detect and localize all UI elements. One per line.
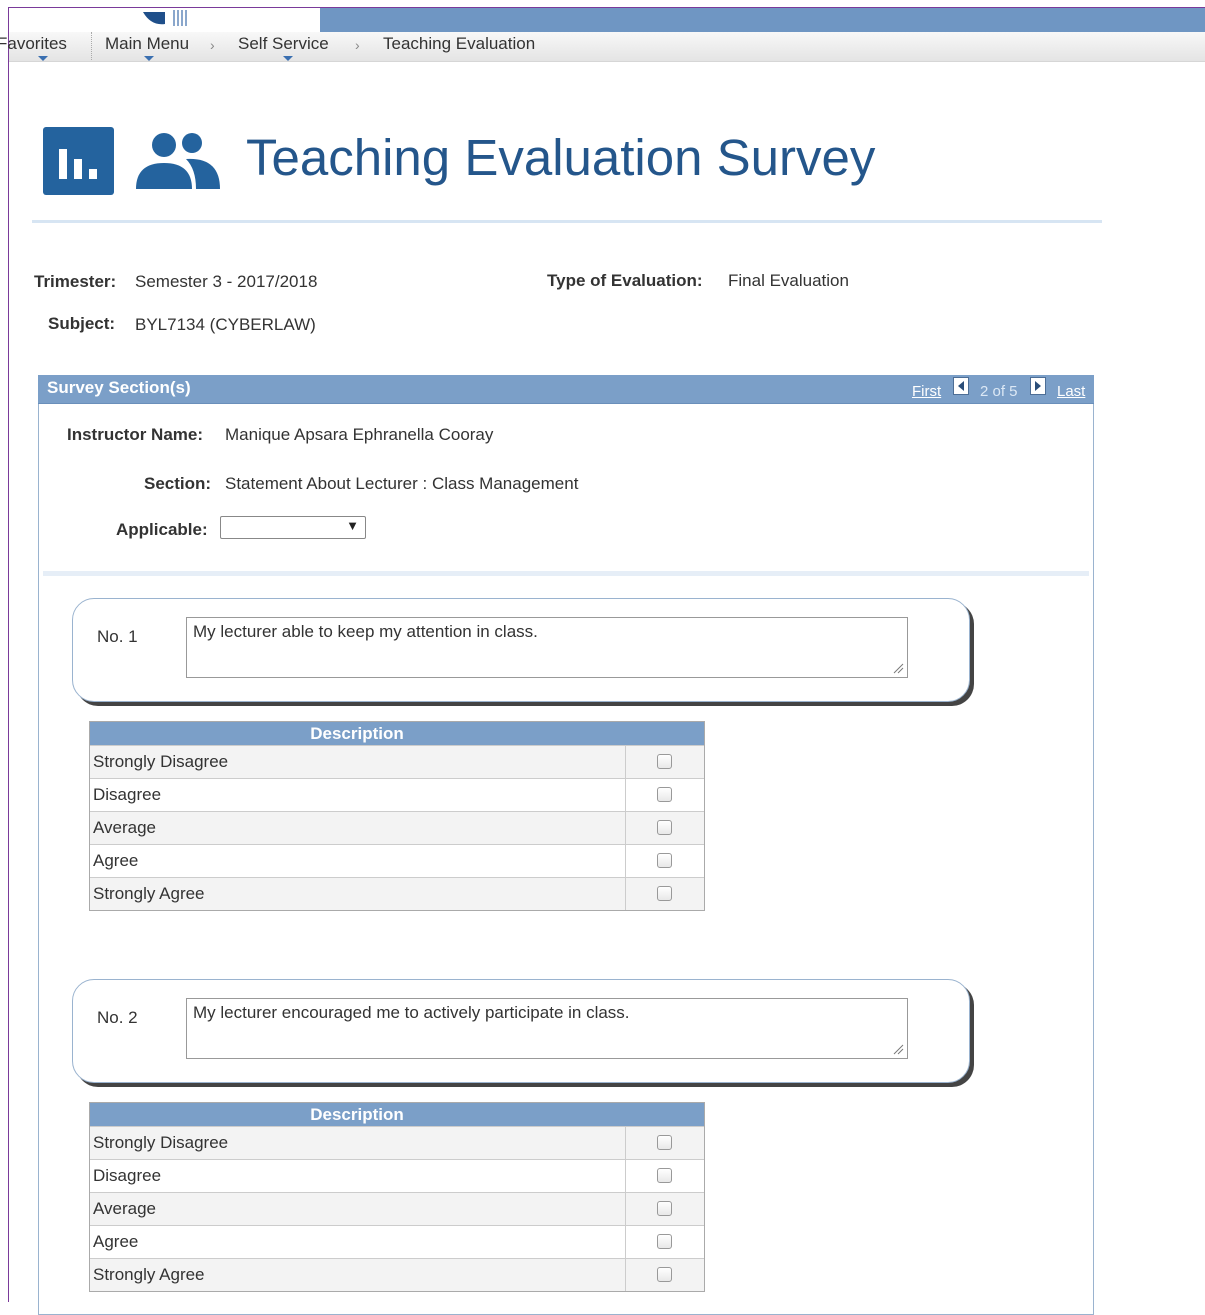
option-checkbox[interactable] xyxy=(657,1234,672,1249)
option-checkbox[interactable] xyxy=(657,1168,672,1183)
option-checkbox[interactable] xyxy=(657,853,672,868)
question-card: No. 1 My lecturer able to keep my attent… xyxy=(72,598,970,702)
option-label: Disagree xyxy=(90,779,626,811)
title-divider xyxy=(32,220,1102,223)
option-checkbox[interactable] xyxy=(657,1267,672,1282)
section-divider xyxy=(43,571,1089,576)
panel-title: Survey Section(s) xyxy=(47,378,191,397)
chevron-right-icon: › xyxy=(210,37,215,53)
next-arrow-icon[interactable] xyxy=(1030,377,1046,395)
nav-main-menu[interactable]: Main Menu xyxy=(105,34,189,54)
option-label: Average xyxy=(90,1193,626,1225)
option-checkbox[interactable] xyxy=(657,820,672,835)
people-icon xyxy=(136,133,220,189)
answer-grid: Description Strongly Disagree Disagree A… xyxy=(89,721,705,911)
section-label: Section: xyxy=(144,474,212,493)
logo-area xyxy=(9,8,320,32)
eval-type-value: Final Evaluation xyxy=(728,271,849,290)
subject-value: BYL7134 (CYBERLAW) xyxy=(135,315,316,334)
question-number: No. 1 xyxy=(97,627,138,646)
question-text: My lecturer encouraged me to actively pa… xyxy=(193,1003,630,1022)
applicable-select[interactable]: ▼ xyxy=(220,516,366,539)
eval-type-label: Type of Evaluation: xyxy=(547,271,703,290)
table-row: Average xyxy=(90,811,704,844)
grid-header: Description xyxy=(90,722,704,745)
question-card: No. 2 My lecturer encouraged me to activ… xyxy=(72,979,970,1083)
nav-self-service[interactable]: Self Service xyxy=(238,34,329,54)
trimester-value: Semester 3 - 2017/2018 xyxy=(135,272,318,291)
prev-arrow-icon[interactable] xyxy=(953,377,969,395)
table-row: Strongly Agree xyxy=(90,1258,704,1291)
subject-label: Subject: xyxy=(48,314,116,333)
option-label: Average xyxy=(90,812,626,844)
option-checkbox[interactable] xyxy=(657,787,672,802)
table-row: Agree xyxy=(90,844,704,877)
applicable-label: Applicable: xyxy=(116,520,208,539)
chevron-down-icon[interactable] xyxy=(144,56,154,61)
instructor-value: Manique Apsara Ephranella Cooray xyxy=(225,425,494,444)
question-number: No. 2 xyxy=(97,1008,138,1027)
bar-chart-icon xyxy=(43,127,114,195)
grid-body: Strongly Disagree Disagree Average Agree… xyxy=(90,745,704,910)
grid-header: Description xyxy=(90,1103,704,1126)
pager-first-link[interactable]: First xyxy=(912,383,941,400)
dropdown-arrow-icon: ▼ xyxy=(346,518,359,533)
option-label: Agree xyxy=(90,1226,626,1258)
option-checkbox[interactable] xyxy=(657,754,672,769)
option-label: Agree xyxy=(90,845,626,877)
table-row: Disagree xyxy=(90,1159,704,1192)
grid-body: Strongly Disagree Disagree Average Agree… xyxy=(90,1126,704,1291)
table-row: Strongly Disagree xyxy=(90,1126,704,1159)
resize-grip-icon[interactable] xyxy=(892,662,904,674)
breadcrumb-bar: Favorites Main Menu › Self Service › Tea… xyxy=(0,32,1205,62)
nav-divider xyxy=(91,32,93,60)
pager-status: 2 of 5 xyxy=(980,383,1018,400)
question-text-field[interactable]: My lecturer able to keep my attention in… xyxy=(186,617,908,678)
question-text-field[interactable]: My lecturer encouraged me to actively pa… xyxy=(186,998,908,1059)
resize-grip-icon[interactable] xyxy=(892,1043,904,1055)
answer-grid: Description Strongly Disagree Disagree A… xyxy=(89,1102,705,1292)
chevron-down-icon[interactable] xyxy=(283,56,293,61)
option-label: Disagree xyxy=(90,1160,626,1192)
university-logo-icon xyxy=(143,12,165,25)
option-label: Strongly Agree xyxy=(90,1259,626,1291)
chevron-down-icon[interactable] xyxy=(38,56,48,61)
option-label: Strongly Disagree xyxy=(90,746,626,778)
instructor-label: Instructor Name: xyxy=(67,425,204,444)
option-checkbox[interactable] xyxy=(657,1135,672,1150)
nav-teaching-evaluation[interactable]: Teaching Evaluation xyxy=(383,34,535,54)
nav-favorites[interactable]: Favorites xyxy=(0,34,67,54)
page-title: Teaching Evaluation Survey xyxy=(246,129,876,186)
table-row: Strongly Disagree xyxy=(90,745,704,778)
trimester-label: Trimester: xyxy=(34,272,117,291)
question-text: My lecturer able to keep my attention in… xyxy=(193,622,538,641)
option-checkbox[interactable] xyxy=(657,886,672,901)
table-row: Disagree xyxy=(90,778,704,811)
option-label: Strongly Agree xyxy=(90,878,626,910)
table-row: Strongly Agree xyxy=(90,877,704,910)
table-row: Agree xyxy=(90,1225,704,1258)
table-row: Average xyxy=(90,1192,704,1225)
option-label: Strongly Disagree xyxy=(90,1127,626,1159)
option-checkbox[interactable] xyxy=(657,1201,672,1216)
section-value: Statement About Lecturer : Class Managem… xyxy=(225,474,579,493)
top-banner xyxy=(320,8,1205,32)
logo-bars-icon xyxy=(173,10,187,26)
pager-last-link[interactable]: Last xyxy=(1057,383,1085,400)
chevron-right-icon: › xyxy=(355,37,360,53)
